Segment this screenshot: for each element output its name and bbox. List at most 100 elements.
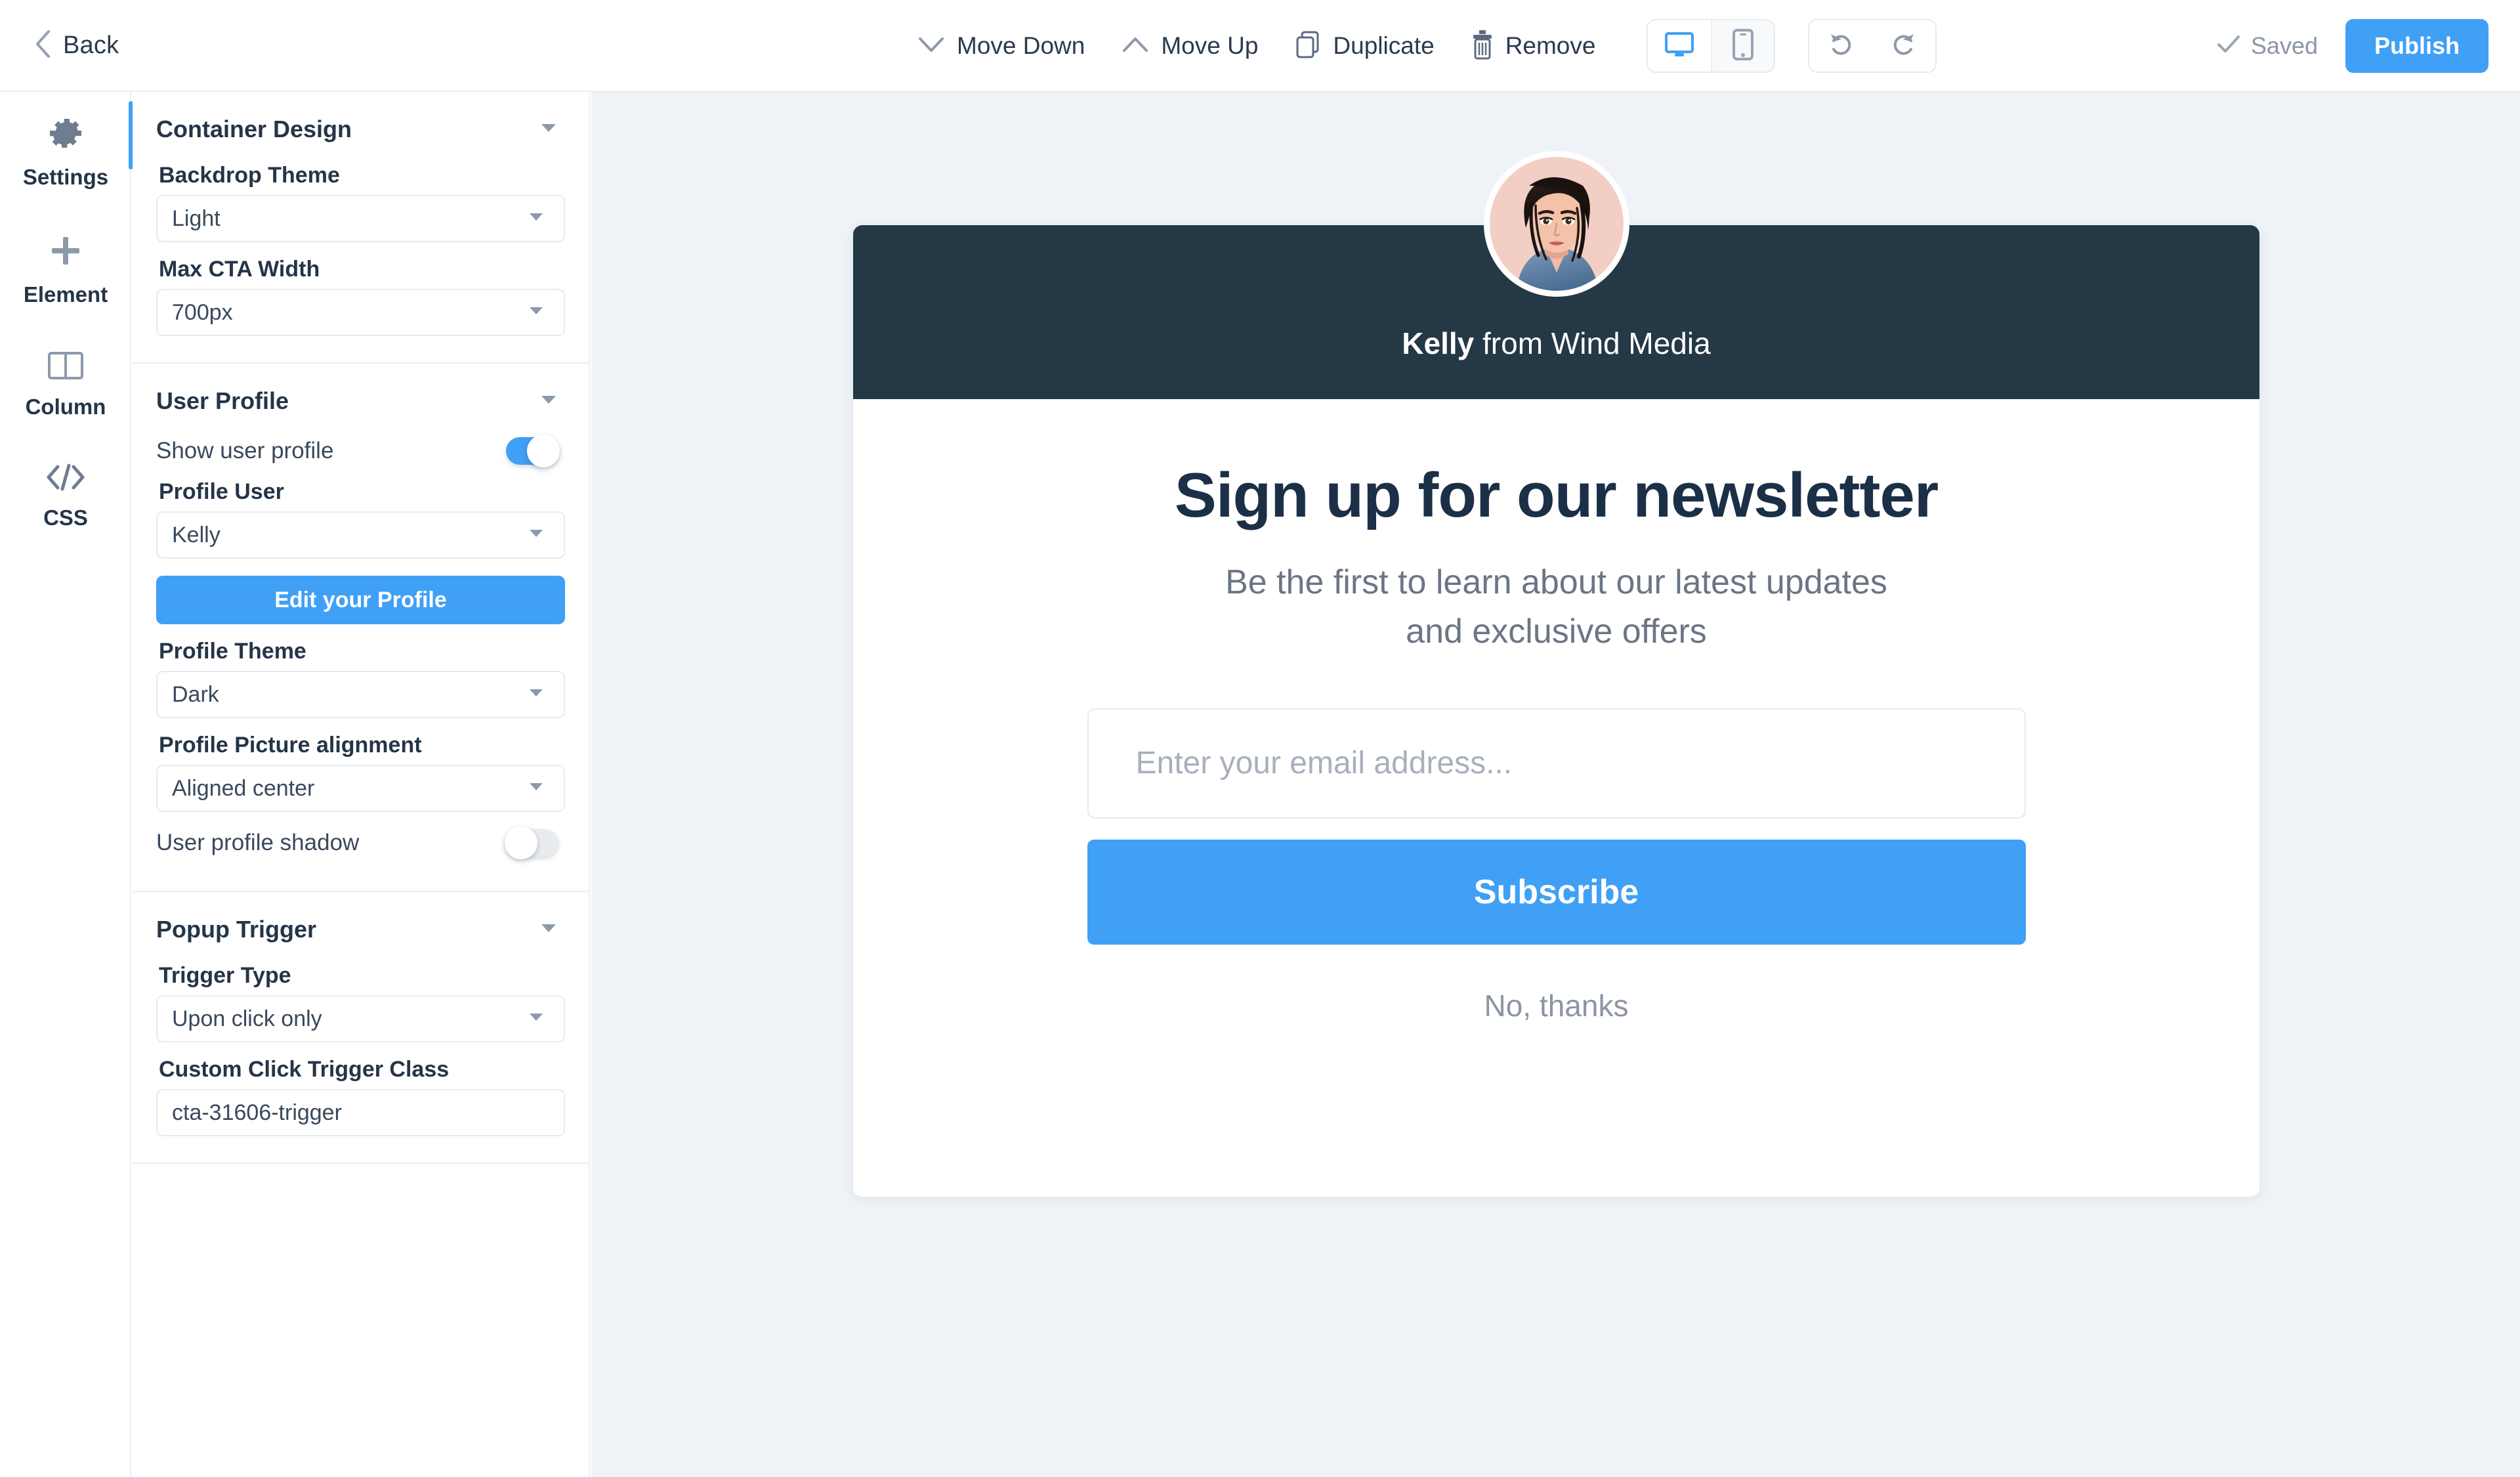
remove-button[interactable]: Remove xyxy=(1453,0,1614,92)
trash-icon xyxy=(1471,30,1494,63)
profile-theme-value: Dark xyxy=(172,681,219,707)
redo-button[interactable] xyxy=(1872,20,1936,72)
code-icon xyxy=(45,461,86,496)
redo-icon xyxy=(1891,32,1917,61)
chevron-down-icon xyxy=(540,923,557,937)
back-button[interactable]: Back xyxy=(34,30,119,62)
settings-panel: Container Design Backdrop Theme Light Ma… xyxy=(133,92,590,1477)
publish-button[interactable]: Publish xyxy=(2345,19,2488,73)
profile-theme-select[interactable]: Dark xyxy=(156,671,565,718)
cta-subtext: Be the first to learn about our latest u… xyxy=(1225,563,1887,651)
field-profile-theme: Profile Theme Dark xyxy=(133,639,589,718)
section-title: Popup Trigger xyxy=(156,916,317,943)
move-down-label: Move Down xyxy=(957,32,1085,59)
left-icon-rail: Settings Element Column CSS xyxy=(0,92,133,1477)
email-input[interactable] xyxy=(1087,708,2026,819)
field-custom-click-trigger-class: Custom Click Trigger Class xyxy=(133,1057,589,1136)
show-user-profile-label: Show user profile xyxy=(156,438,334,463)
chevron-down-icon xyxy=(540,395,557,408)
chevron-left-icon xyxy=(34,30,51,62)
mobile-icon xyxy=(1732,28,1754,64)
section-title: Container Design xyxy=(156,116,352,142)
toggle-knob xyxy=(505,826,537,859)
field-backdrop-theme: Backdrop Theme Light xyxy=(133,163,589,242)
section-header-user-profile[interactable]: User Profile xyxy=(133,364,589,420)
trigger-type-select[interactable]: Upon click only xyxy=(156,995,565,1042)
row-user-profile-shadow: User profile shadow xyxy=(133,826,589,859)
section-header-popup-trigger[interactable]: Popup Trigger xyxy=(133,892,589,949)
chevron-down-icon xyxy=(528,782,544,795)
chevron-down-icon xyxy=(540,123,557,137)
field-profile-user: Profile User Kelly xyxy=(133,479,589,559)
top-toolbar: Back Move Down Move Up Duplicate Remove … xyxy=(0,0,2520,92)
chevron-down-icon xyxy=(917,35,945,57)
profile-theme-label: Profile Theme xyxy=(159,639,306,664)
cta-profile-name: Kelly from Wind Media xyxy=(1402,326,1710,361)
custom-click-trigger-class-input[interactable] xyxy=(156,1089,565,1136)
columns-icon xyxy=(47,349,85,385)
user-profile-shadow-toggle[interactable] xyxy=(505,826,558,859)
show-user-profile-toggle[interactable] xyxy=(506,435,560,467)
user-profile-shadow-label: User profile shadow xyxy=(156,830,360,855)
cta-profile-header: Kelly from Wind Media xyxy=(853,151,2259,399)
undo-button[interactable] xyxy=(1809,20,1873,72)
max-cta-width-value: 700px xyxy=(172,299,233,325)
sidebar-item-css[interactable]: CSS xyxy=(0,439,131,550)
duplicate-icon xyxy=(1295,30,1321,62)
profile-picture-alignment-label: Profile Picture alignment xyxy=(159,733,422,758)
no-thanks-link[interactable]: No, thanks xyxy=(1484,988,1629,1023)
trigger-type-value: Upon click only xyxy=(172,1006,322,1031)
preview-canvas: Kelly from Wind Media Sign up for our ne… xyxy=(591,92,2520,1477)
backdrop-theme-label: Backdrop Theme xyxy=(159,163,340,188)
duplicate-button[interactable]: Duplicate xyxy=(1276,0,1452,92)
cta-card: Kelly from Wind Media Sign up for our ne… xyxy=(853,151,2259,1197)
profile-user-value: Kelly xyxy=(172,522,220,547)
move-up-button[interactable]: Move Up xyxy=(1103,0,1276,92)
section-title: User Profile xyxy=(156,387,289,414)
remove-label: Remove xyxy=(1505,32,1596,59)
profile-user-label: Profile User xyxy=(159,479,284,504)
mobile-view-button[interactable] xyxy=(1711,20,1774,72)
custom-click-trigger-class-label: Custom Click Trigger Class xyxy=(159,1057,450,1082)
saved-label: Saved xyxy=(2250,32,2318,59)
chevron-down-icon xyxy=(528,306,544,319)
sidebar-item-column[interactable]: Column xyxy=(0,327,131,439)
saved-status: Saved xyxy=(2217,32,2318,60)
chevron-down-icon xyxy=(528,528,544,542)
field-profile-picture-alignment: Profile Picture alignment Aligned center xyxy=(133,733,589,812)
sidebar-item-label: Settings xyxy=(22,165,109,189)
move-down-button[interactable]: Move Down xyxy=(899,0,1103,92)
duplicate-label: Duplicate xyxy=(1333,32,1435,59)
profile-picture-alignment-value: Aligned center xyxy=(172,775,315,801)
sidebar-item-element[interactable]: Element xyxy=(0,209,131,327)
check-icon xyxy=(2217,32,2240,60)
profile-user-select[interactable]: Kelly xyxy=(156,511,565,559)
undo-icon xyxy=(1828,32,1854,61)
section-header-container-design[interactable]: Container Design xyxy=(133,92,589,148)
trigger-type-label: Trigger Type xyxy=(159,963,291,988)
cta-profile-person: Kelly xyxy=(1402,326,1475,360)
section-container-design: Container Design Backdrop Theme Light Ma… xyxy=(133,92,589,364)
subscribe-button[interactable]: Subscribe xyxy=(1087,839,2026,945)
backdrop-theme-select[interactable]: Light xyxy=(156,195,565,242)
toolbar-actions: Move Down Move Up Duplicate Remove xyxy=(899,0,1937,92)
back-label: Back xyxy=(63,31,119,59)
field-max-cta-width: Max CTA Width 700px xyxy=(133,257,589,336)
backdrop-theme-value: Light xyxy=(172,205,220,231)
history-controls xyxy=(1808,19,1937,73)
cta-body: Sign up for our newsletter Be the first … xyxy=(853,399,2259,1197)
toggle-knob xyxy=(527,435,560,467)
avatar xyxy=(1483,151,1629,297)
cta-profile-suffix: from Wind Media xyxy=(1474,326,1711,360)
sidebar-item-settings[interactable]: Settings xyxy=(0,92,133,209)
profile-picture-alignment-select[interactable]: Aligned center xyxy=(156,765,565,812)
chevron-up-icon xyxy=(1122,35,1149,57)
move-up-label: Move Up xyxy=(1161,32,1259,59)
max-cta-width-select[interactable]: 700px xyxy=(156,289,565,336)
desktop-view-button[interactable] xyxy=(1648,20,1712,72)
row-show-user-profile: Show user profile xyxy=(133,435,589,467)
max-cta-width-label: Max CTA Width xyxy=(159,257,320,282)
edit-your-profile-button[interactable]: Edit your Profile xyxy=(156,576,565,624)
